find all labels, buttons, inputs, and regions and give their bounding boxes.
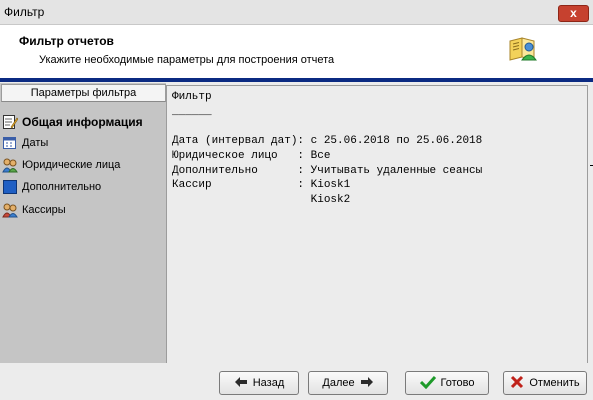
sidebar-item-dates[interactable]: Даты (2, 133, 48, 153)
sidebar-item-label: Юридические лица (22, 159, 121, 171)
arrow-left-icon (234, 376, 248, 391)
back-button-label: Назад (252, 377, 285, 389)
header-accent-bar (0, 78, 593, 82)
summary-line-cashier: Кассир : Kiosk1 (172, 179, 351, 192)
window-title: Фильтр (4, 5, 45, 19)
sidebar-item-cashiers[interactable]: Кассиры (2, 200, 66, 220)
next-button[interactable]: Далее (308, 371, 388, 395)
calendar-icon (2, 135, 18, 151)
sidebar-item-label: Общая информация (22, 115, 143, 129)
arrow-right-icon (360, 376, 374, 391)
checkmark-icon (419, 375, 436, 392)
summary-line-dates: Дата (интервал дат): с 25.06.2018 по 25.… (172, 135, 483, 148)
cancel-x-icon (510, 375, 524, 392)
filter-summary-panel: Фильтр ______ Дата (интервал дат): с 25.… (166, 85, 588, 364)
book-user-icon (509, 37, 537, 61)
done-button[interactable]: Готово (405, 371, 489, 395)
sidebar-item-additional[interactable]: Дополнительно (2, 177, 101, 197)
title-bar: Фильтр x (0, 0, 593, 25)
summary-heading: Фильтр (172, 91, 212, 103)
sidebar-item-label: Дополнительно (22, 181, 102, 193)
cashiers-icon (2, 202, 18, 218)
sidebar: Параметры фильтра Общая информация Даты … (0, 83, 166, 363)
back-button[interactable]: Назад (219, 371, 299, 395)
wizard-footer: Назад Далее Готово Отменить (0, 363, 593, 400)
cancel-button-label: Отменить (529, 377, 580, 389)
summary-line-additional: Дополнительно : Учитывать удаленные сеан… (172, 164, 483, 177)
summary-heading-underline: ______ (172, 105, 212, 118)
wizard-header: Фильтр отчетов Укажите необходимые парам… (0, 25, 593, 78)
sidebar-item-legal-entities[interactable]: Юридические лица (2, 155, 120, 175)
summary-line-cashier-2: Kiosk2 (172, 193, 351, 206)
close-button[interactable]: x (558, 5, 589, 22)
sidebar-item-label: Кассиры (22, 204, 66, 216)
blue-square-icon (2, 179, 18, 195)
summary-line-legal-entity: Юридическое лицо : Все (172, 149, 331, 162)
filter-summary-text: Фильтр ______ Дата (интервал дат): с 25.… (172, 90, 482, 208)
next-button-label: Далее (322, 377, 355, 389)
cancel-button[interactable]: Отменить (503, 371, 587, 395)
users-icon (2, 157, 18, 173)
done-button-label: Готово (440, 377, 475, 389)
sidebar-item-general-info[interactable]: Общая информация (2, 112, 143, 132)
header-title: Фильтр отчетов (19, 34, 114, 48)
sidebar-item-label: Даты (22, 137, 49, 149)
sidebar-header: Параметры фильтра (1, 84, 166, 102)
header-subtitle: Укажите необходимые параметры для постро… (39, 54, 335, 66)
edit-document-icon (2, 114, 19, 130)
